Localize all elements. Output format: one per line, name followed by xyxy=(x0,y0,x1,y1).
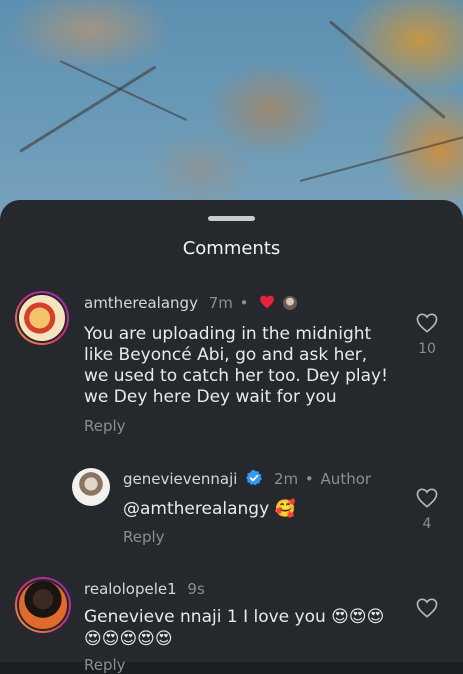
tree-branch xyxy=(19,65,157,153)
comment-meta: realolopele1 9s xyxy=(84,580,205,598)
comment-meta: amtherealangy 7m • xyxy=(84,294,298,312)
like-heart-icon[interactable] xyxy=(416,488,438,508)
author-mini-avatar xyxy=(283,296,298,310)
verified-badge-icon xyxy=(246,469,263,486)
author-liked-heart-icon xyxy=(260,295,275,309)
background-photo xyxy=(0,0,463,230)
timestamp: 9s xyxy=(187,580,205,598)
comment-text: Genevieve nnaji 1 I love you 😍😍😍 xyxy=(84,607,385,627)
like-count: 4 xyxy=(422,516,432,532)
avatar[interactable] xyxy=(72,468,110,506)
comment-meta: genevievennaji 2m • Author xyxy=(123,469,371,488)
like-heart-icon[interactable] xyxy=(416,598,438,618)
comment-text: @amtherealangy 🥰 xyxy=(123,499,296,519)
separator: • xyxy=(304,470,314,488)
avatar[interactable] xyxy=(15,577,71,633)
reply-button[interactable]: Reply xyxy=(123,528,165,546)
comment-text-continued: 😍😍😍😍😍 xyxy=(84,629,173,649)
comments-sheet: Comments amtherealangy 7m • You are uplo… xyxy=(0,200,463,674)
tree-branch xyxy=(299,136,463,182)
timestamp: 2m xyxy=(273,470,299,488)
sheet-title: Comments xyxy=(182,238,281,259)
username[interactable]: genevievennaji xyxy=(123,470,237,488)
avatar[interactable] xyxy=(15,291,69,345)
comment-text: You are uploading in the midnight like B… xyxy=(84,324,388,407)
separator: • xyxy=(239,294,249,312)
timestamp: 7m xyxy=(208,294,233,312)
author-label: Author xyxy=(320,470,372,488)
like-heart-icon[interactable] xyxy=(416,313,438,333)
reply-button[interactable]: Reply xyxy=(84,656,126,674)
drag-handle[interactable] xyxy=(208,216,255,221)
tree-branch xyxy=(329,20,446,120)
reply-button[interactable]: Reply xyxy=(84,417,126,435)
like-count: 10 xyxy=(418,341,436,357)
username[interactable]: realolopele1 xyxy=(84,580,177,598)
username[interactable]: amtherealangy xyxy=(84,294,198,312)
